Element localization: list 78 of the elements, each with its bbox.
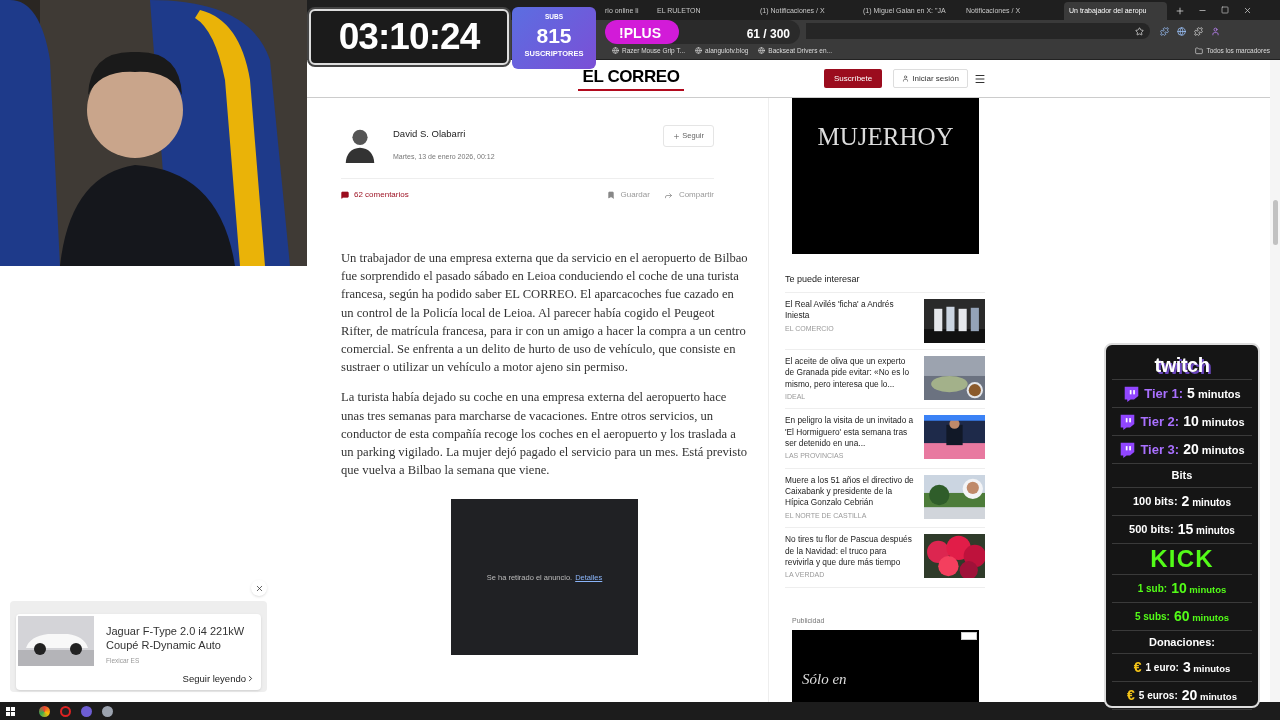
donations-heading: Donaciones: <box>1149 634 1215 650</box>
twitch-logo: twitch <box>1154 353 1210 377</box>
reward-label: Tier 1: <box>1144 384 1184 403</box>
stream-timer: 03:10:24 <box>338 15 480 60</box>
article-paragraph: Un trabajador de una empresa externa que da servicio en el aeropuerto de Bilbao fue sorprendido el pasado sábado en Leioa conduciendo el coche de una turista francesa, según ha podido saber EL CORREO. El aparcacoches fue cazado en un control de la Policía local de Leioa. Al parecer había cogido el Peugeot Rifter, de matrícula francesa, para ir con un amigo a hacer la compra a un centro comercial. Se enfrenta a un delito de hurto de uso de vehículo, que consiste en sustraer o utilizar un vehículo a motor ajeno sin permiso. <box>341 250 748 377</box>
address-field[interactable] <box>806 23 1150 39</box>
comments-link[interactable]: 62 comentarios <box>354 189 409 201</box>
ad-choices-icon[interactable] <box>961 632 977 641</box>
subs-count: 815 <box>536 22 572 49</box>
related-article-title[interactable]: Muere a los 51 años el directivo de Caixabank y presidente de la Hípica Gonzalo Cebrián <box>785 474 916 509</box>
extension-icon[interactable] <box>1160 26 1169 36</box>
app-icon[interactable] <box>60 705 71 717</box>
maximize-icon[interactable] <box>1221 6 1229 14</box>
reward-value: 20 minutos <box>1181 686 1237 705</box>
reward-label: 5 euros: <box>1138 689 1178 703</box>
subscribe-button[interactable]: Suscríbete <box>824 69 883 88</box>
bookmark-icon <box>606 191 615 199</box>
section-heading: Te puede interesar <box>785 272 861 286</box>
plus-icon <box>673 132 681 140</box>
ad-banner[interactable]: MUJERHOY <box>792 98 979 254</box>
reward-value: 5 minutos <box>1187 384 1241 403</box>
ad-brand: MUJERHOY <box>817 122 954 152</box>
related-article-title[interactable]: En peligro la visita de un invitado a 'El Hormiguero' esta semana tras ser detenido en una... <box>785 415 916 450</box>
globe-icon[interactable] <box>1177 26 1186 36</box>
read-more-link[interactable]: Seguir leyendo <box>182 671 246 686</box>
puzzle-icon[interactable] <box>1194 26 1203 36</box>
browser-app-icon[interactable] <box>39 705 50 717</box>
reward-value: 20 minutos <box>1183 440 1245 459</box>
chat-bubble-icon <box>1119 413 1137 430</box>
close-ad-button[interactable] <box>251 580 267 596</box>
reward-value: 2 minutos <box>1181 491 1232 511</box>
ad-banner[interactable]: Sólo en <box>792 630 979 702</box>
folder-icon <box>1195 46 1204 55</box>
user-icon <box>902 75 910 82</box>
bookmark-favicon-icon <box>695 47 703 54</box>
new-tab-icon[interactable] <box>1175 6 1185 16</box>
reward-value: 10 minutos <box>1171 578 1227 598</box>
chat-bubble-icon <box>1123 385 1141 402</box>
profile-icon[interactable] <box>1211 26 1220 36</box>
app-icon[interactable] <box>81 705 92 717</box>
reward-label: 1 sub: <box>1137 581 1168 596</box>
close-icon <box>254 583 264 593</box>
reward-value: 60 minutos <box>1173 606 1230 626</box>
bookmark-favicon-icon <box>612 47 619 54</box>
share-icon <box>663 190 673 200</box>
plus-label: !PLUS <box>619 24 661 43</box>
menu-icon[interactable] <box>973 72 986 85</box>
bits-heading: Bits <box>1171 468 1193 483</box>
reward-label: 5 subs: <box>1134 609 1170 624</box>
chevron-right-icon <box>246 674 255 684</box>
related-article-title[interactable]: El aceite de oliva que un experto de Granada pide evitar: «No es lo mismo, pero interesa que lo... <box>785 356 916 390</box>
author-name[interactable]: David S. Olabarri <box>393 127 495 142</box>
login-button[interactable]: Iniciar sesión <box>893 69 968 88</box>
article-paragraph: La turista había dejado su coche en una empresa externa del aeropuerto hace unas tres semanas para marcharse de vacaciones. Entre otros servicios, un conductor de esta compañía recoge los coches en el aeropuerto y los traslada a un parking vigilado. La mujer dejó pagado el servicio para un mes. Está previsto que vuelva a Bilbao la semana que viene. <box>341 389 748 480</box>
reward-label: Tier 2: <box>1140 412 1180 431</box>
scrollbar-thumb[interactable] <box>1272 200 1278 245</box>
close-icon[interactable] <box>1243 6 1252 15</box>
app-icon[interactable] <box>102 705 113 717</box>
chat-bubble-icon <box>1119 441 1137 458</box>
ad-slogan: Sólo en <box>802 669 847 689</box>
ad-title[interactable]: Jaguar F-Type 2.0 i4 221kW Coupé R-Dynamic Auto <box>106 624 256 652</box>
related-article-title[interactable]: No tires tu flor de Pascua después de la Navidad: el truco para revivirla y que dure más tiempo <box>785 534 916 569</box>
kick-logo: KICK <box>1150 544 1214 573</box>
reward-label: 100 bits: <box>1132 493 1178 509</box>
reward-label: 1 euro: <box>1145 661 1179 675</box>
reward-value: 10 minutos <box>1183 412 1245 431</box>
reward-label: Tier 3: <box>1140 440 1180 459</box>
euro-symbol: € <box>1133 658 1142 677</box>
reward-value: 3 minutos <box>1182 658 1231 677</box>
euro-symbol: € <box>1127 686 1135 705</box>
reward-value: 15 minutos <box>1177 519 1235 539</box>
comment-icon <box>341 191 349 199</box>
related-article-title[interactable]: El Real Avilés 'ficha' a Andrés Iniesta <box>785 299 916 322</box>
reward-label: 500 bits: <box>1129 521 1174 537</box>
windows-icon[interactable] <box>6 706 15 716</box>
site-logo[interactable]: EL CORREO <box>582 66 680 87</box>
star-icon[interactable] <box>1135 26 1144 36</box>
bookmark-favicon-icon <box>758 47 766 54</box>
